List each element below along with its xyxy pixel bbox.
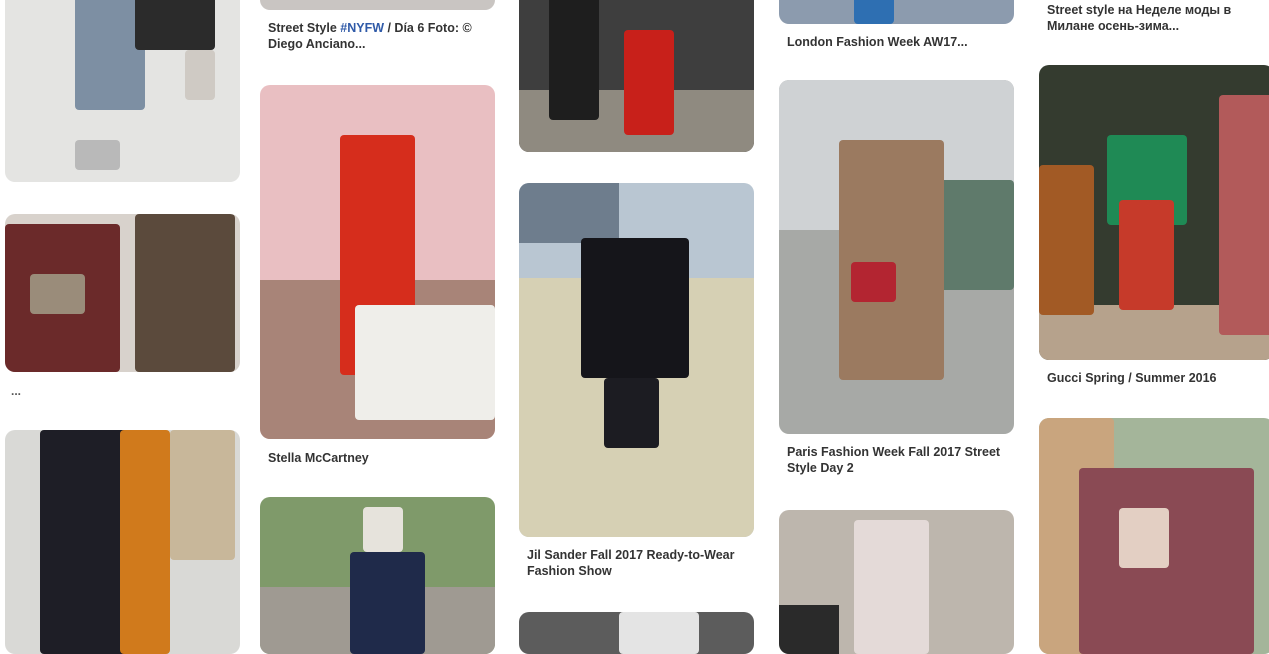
pin-image-detail (1119, 508, 1169, 568)
pin-image (854, 520, 929, 654)
pin-image-detail (185, 50, 215, 100)
pin-image-detail (604, 378, 659, 448)
pin-image-detail (120, 430, 170, 654)
pin-image-detail (30, 274, 85, 314)
pin-houndstooth[interactable] (519, 612, 754, 654)
pin-image-detail (519, 183, 619, 243)
pin-image (581, 238, 689, 378)
pin-image (619, 612, 699, 654)
pin-image-detail (355, 305, 495, 420)
pin-image-detail (135, 0, 215, 50)
pin-image-detail (1219, 95, 1269, 335)
pin-floral-dress[interactable] (1039, 418, 1269, 654)
pin-caption[interactable]: Street Style #NYFW / Día 6 Foto: © Diego… (268, 20, 490, 52)
pin-image-detail (549, 0, 599, 120)
pin-image-detail (1039, 165, 1094, 315)
pin-nyfw-street-style[interactable] (260, 0, 495, 10)
pin-street-style-jackets[interactable] (5, 214, 240, 372)
pin-jil-sander-runway[interactable] (519, 183, 754, 537)
pin-image-detail (779, 605, 839, 654)
pin-image (350, 552, 425, 654)
pin-image (854, 0, 894, 24)
pin-paris-fashion-week[interactable] (779, 80, 1014, 434)
pin-image-detail (135, 214, 235, 372)
pin-image-detail (75, 140, 120, 170)
pin-image-detail (363, 507, 403, 552)
pin-caption[interactable]: Gucci Spring / Summer 2016 (1047, 370, 1269, 386)
pin-stella-mccartney[interactable] (260, 85, 495, 439)
pin-gucci-runway[interactable] (1039, 65, 1269, 360)
pin-caption[interactable]: Stella McCartney (268, 450, 490, 466)
pin-image (839, 140, 944, 380)
pin-image-detail (851, 262, 896, 302)
hashtag-link[interactable]: #NYFW (340, 21, 384, 35)
pin-london-fashion-week[interactable] (779, 0, 1014, 24)
pin-image-detail (1119, 200, 1174, 310)
pin-caption[interactable]: Street style на Неделе моды в Милане осе… (1047, 2, 1269, 34)
pin-caption[interactable]: Paris Fashion Week Fall 2017 Street Styl… (787, 444, 1009, 476)
pin-image-detail (170, 430, 235, 560)
pin-ellipsis: ... (11, 384, 22, 398)
pin-caption[interactable]: London Fashion Week AW17... (787, 34, 1009, 50)
pin-red-boots[interactable] (519, 0, 754, 152)
pin-image (624, 30, 674, 135)
pin-runway-gown[interactable] (779, 510, 1014, 654)
pin-street-style-boots[interactable] (5, 0, 240, 182)
pin-street-style-orange-scarf[interactable] (5, 430, 240, 654)
pin-caption[interactable]: Jil Sander Fall 2017 Ready-to-Wear Fashi… (527, 547, 749, 579)
pin-street-style-blazer[interactable] (260, 497, 495, 654)
